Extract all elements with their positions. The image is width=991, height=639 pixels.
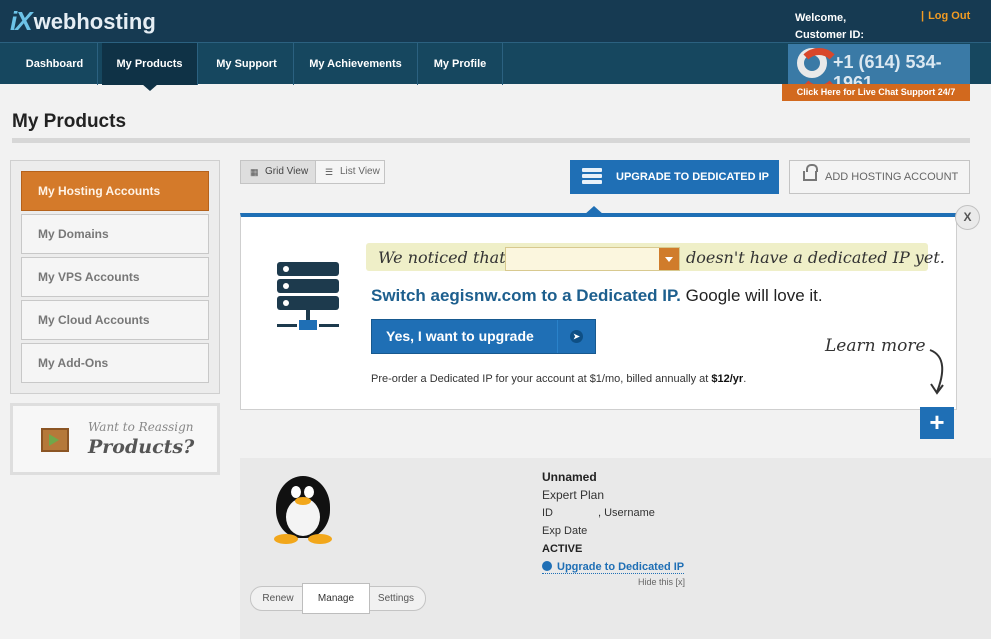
logout-area: | Log Out	[921, 10, 970, 22]
logo[interactable]: iX webhosting	[10, 6, 156, 37]
status-badge: ACTIVE	[542, 543, 583, 555]
sidebar-item-add-ons[interactable]: My Add-Ons	[21, 343, 209, 383]
renew-button[interactable]: Renew	[250, 586, 306, 611]
preorder-price: $12/yr	[711, 373, 744, 385]
notice-suffix: doesn't have a dedicated IP yet.	[686, 248, 945, 267]
product-name: Unnamed	[542, 470, 597, 484]
list-view-label: List View	[340, 166, 380, 177]
lifebuoy-icon	[797, 48, 841, 92]
yes-upgrade-button[interactable]: Yes, I want to upgrade ➤	[371, 319, 596, 354]
nav-my-products[interactable]: My Products	[102, 43, 198, 85]
preorder-body: Pre-order a Dedicated IP for your accoun…	[371, 373, 712, 385]
preorder-text: Pre-order a Dedicated IP for your accoun…	[371, 373, 746, 385]
sidebar-item-hosting-accounts[interactable]: My Hosting Accounts	[21, 171, 209, 211]
server-network-icon	[277, 262, 339, 337]
title-divider	[12, 138, 970, 143]
active-nav-indicator	[142, 84, 158, 91]
notice-prefix: We noticed that	[378, 248, 506, 267]
nav-my-profile[interactable]: My Profile	[418, 43, 503, 85]
settings-button[interactable]: Settings	[366, 586, 426, 611]
logo-text: webhosting	[33, 8, 156, 34]
add-hosting-label: ADD HOSTING ACCOUNT	[825, 171, 959, 183]
add-hosting-account-button[interactable]: ADD HOSTING ACCOUNT	[789, 160, 970, 194]
sidebar-item-vps-accounts[interactable]: My VPS Accounts	[21, 257, 209, 297]
learn-more-label: Learn more	[825, 336, 926, 356]
chevron-down-icon	[659, 248, 679, 270]
curved-arrow-icon	[929, 349, 944, 395]
sidebar: My Hosting Accounts My Domains My VPS Ac…	[10, 160, 220, 394]
sidebar-item-domains[interactable]: My Domains	[21, 214, 209, 254]
product-id-label: ID	[542, 507, 553, 519]
account-select[interactable]	[505, 247, 680, 271]
close-icon[interactable]: X	[955, 205, 980, 230]
nav-dashboard[interactable]: Dashboard	[12, 43, 98, 85]
arrow-icon	[49, 434, 59, 446]
reassign-subtitle: Want to Reassign	[88, 420, 194, 434]
product-id-row: ID , Username	[542, 507, 655, 519]
grid-view-toggle[interactable]: ▦ Grid View	[240, 160, 316, 184]
product-username-label: , Username	[598, 507, 655, 519]
grid-view-label: Grid View	[265, 166, 309, 177]
preorder-end: .	[743, 373, 747, 385]
top-bar: iX webhosting Welcome, Customer ID: | Log…	[0, 0, 991, 42]
switch-headline: Switch aegisnw.com to a Dedicated IP. Go…	[371, 286, 823, 306]
upgrade-icon	[542, 561, 552, 571]
sidebar-item-cloud-accounts[interactable]: My Cloud Accounts	[21, 300, 209, 340]
hide-this-link[interactable]: Hide this [x]	[638, 577, 685, 587]
product-exp-date: Exp Date	[542, 525, 588, 537]
reassign-products-banner[interactable]: Want to Reassign Products?	[10, 403, 220, 475]
nav-my-support[interactable]: My Support	[200, 43, 294, 85]
upgrade-dedicated-ip-button[interactable]: UPGRADE TO DEDICATED IP	[570, 160, 779, 194]
upgrade-button-label: UPGRADE TO DEDICATED IP	[616, 171, 769, 183]
product-plan: Expert Plan	[542, 488, 605, 502]
upgrade-link-label: Upgrade to Dedicated IP	[557, 561, 685, 573]
switch-headline-rest: Google will love it.	[680, 286, 823, 305]
server-icon	[582, 168, 602, 184]
basket-icon	[803, 164, 818, 181]
welcome-block: Welcome, Customer ID:	[795, 10, 864, 44]
manage-button[interactable]: Manage	[303, 584, 369, 613]
live-chat-link[interactable]: Click Here for Live Chat Support 24/7	[782, 84, 970, 101]
arrow-right-icon: ➤	[557, 320, 595, 353]
support-phone: +1 (614) 534-1961	[788, 44, 970, 93]
welcome-text: Welcome,	[795, 12, 847, 24]
nav-my-achievements[interactable]: My Achievements	[294, 43, 418, 85]
upgrade-dedicated-ip-link[interactable]: Upgrade to Dedicated IP	[542, 561, 685, 574]
reassign-title: Products?	[88, 436, 195, 458]
switch-headline-bold: Switch aegisnw.com to a Dedicated IP.	[371, 286, 681, 305]
yes-upgrade-label: Yes, I want to upgrade	[386, 328, 534, 344]
logo-mark: iX	[10, 6, 33, 36]
list-icon: ☰	[325, 167, 334, 177]
learn-more-plus-button[interactable]: +	[920, 407, 954, 439]
logout-link[interactable]: Log Out	[928, 10, 970, 22]
page-title: My Products	[12, 111, 127, 132]
grid-icon: ▦	[250, 167, 259, 177]
linux-penguin-icon	[266, 470, 340, 548]
logout-separator: |	[921, 10, 925, 22]
list-view-toggle[interactable]: ☰ List View	[315, 160, 385, 184]
